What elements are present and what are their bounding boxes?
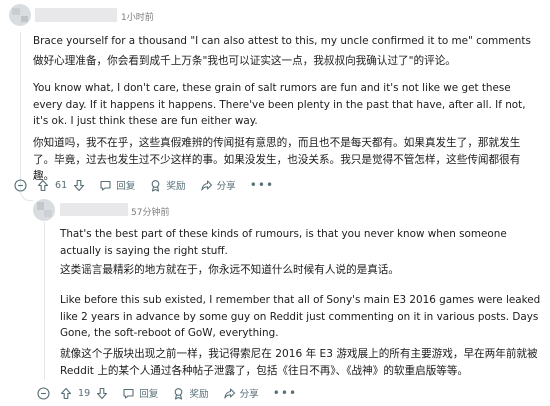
award-button[interactable]: 奖励	[149, 178, 186, 192]
share-label: 分享	[216, 181, 236, 192]
collapse-circle-icon	[37, 386, 50, 400]
more-options-icon: •••	[249, 178, 275, 192]
award-icon	[175, 387, 183, 400]
more-options-button[interactable]: •••	[249, 178, 275, 192]
comment-paragraph-en: That's the best part of these kinds of r…	[60, 228, 507, 257]
share-button[interactable]: 分享	[200, 178, 236, 192]
vote-group: 61	[37, 179, 85, 192]
avatar[interactable]	[33, 199, 55, 221]
reply-button[interactable]: 回复	[122, 386, 158, 400]
vote-group: 19	[60, 387, 108, 400]
downvote-icon[interactable]	[96, 387, 108, 400]
comment-paragraph-zh: 就像这个子版块出现之前一样，我记得索尼在 2016 年 E3 游戏展上的所有主要…	[60, 348, 538, 377]
award-label: 奖励	[189, 389, 209, 400]
comment-actions: 61 回复 奖励 分享 •••	[14, 177, 288, 193]
award-icon	[152, 179, 160, 192]
thread-line	[20, 32, 21, 188]
vote-count: 61	[55, 179, 68, 191]
reply-button[interactable]: 回复	[99, 178, 135, 192]
comment-paragraph-en: You know what, I don't care, these grain…	[33, 82, 526, 127]
share-label: 分享	[239, 389, 259, 400]
collapse-button[interactable]	[37, 386, 50, 400]
username-redacted[interactable]	[60, 203, 128, 216]
reply-bubble-icon	[100, 180, 111, 191]
reply-bubble-icon	[123, 388, 134, 399]
share-button[interactable]: 分享	[223, 386, 259, 400]
comment-paragraph-en: Brace yourself for a thousand "I can als…	[33, 35, 531, 47]
comment-paragraph-en: Like before this sub existed, I remember…	[60, 294, 541, 339]
comment-actions: 19 回复 奖励 分享 •••	[37, 385, 311, 401]
reply-label: 回复	[139, 389, 159, 400]
collapse-circle-icon	[14, 178, 27, 192]
share-icon	[200, 179, 212, 191]
upvote-icon[interactable]	[37, 179, 49, 192]
comment-time: 57分钟前	[131, 208, 170, 218]
reply-label: 回复	[116, 181, 136, 192]
thread-line-reply	[44, 222, 45, 380]
award-label: 奖励	[166, 181, 186, 192]
more-options-icon: •••	[272, 386, 298, 400]
avatar[interactable]	[9, 4, 31, 26]
vote-count: 19	[78, 387, 91, 399]
more-options-button[interactable]: •••	[272, 386, 298, 400]
downvote-icon[interactable]	[73, 179, 85, 192]
comment-paragraph-zh: 做好心理准备，你会看到成千上万条"我也可以证实这一点，我叔叔向我确认过了"的评论…	[33, 55, 456, 67]
share-icon	[223, 387, 235, 399]
collapse-button[interactable]	[14, 178, 27, 192]
award-button[interactable]: 奖励	[172, 386, 209, 400]
username-redacted[interactable]	[35, 8, 117, 22]
upvote-icon[interactable]	[60, 387, 72, 400]
comment-time: 1小时前	[121, 13, 154, 23]
comment-paragraph-zh: 这类谣言最精彩的地方就在于，你永远不知道什么时候有人说的是真话。	[60, 264, 399, 276]
